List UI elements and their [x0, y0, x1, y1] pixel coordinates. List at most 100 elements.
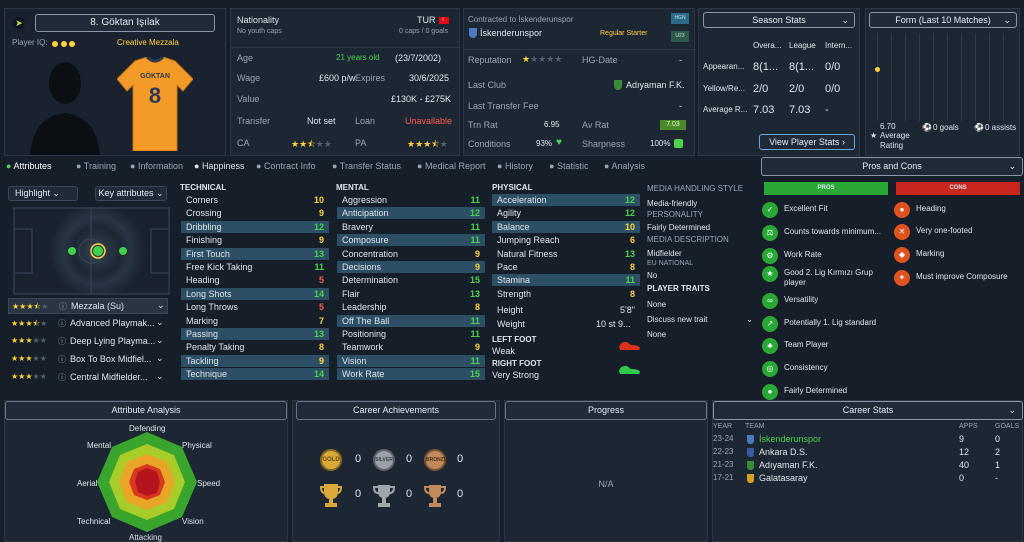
- tab-medical-report[interactable]: ● Medical Report: [417, 161, 485, 171]
- career-row[interactable]: 22-23 Ankara D.S. 12 2: [713, 447, 1023, 459]
- attribute-row[interactable]: Acceleration 12: [492, 194, 640, 206]
- form-dropdown[interactable]: Form (Last 10 Matches) ⌄: [869, 12, 1017, 28]
- chevron-down-icon[interactable]: ⌄: [157, 300, 165, 311]
- attribute-name: Natural Fitness: [497, 248, 558, 259]
- chevron-down-icon[interactable]: ⌄: [156, 353, 164, 364]
- attribute-row[interactable]: Off The Ball 11: [337, 314, 485, 327]
- attribute-row[interactable]: Aggression 11: [337, 194, 485, 206]
- form-point[interactable]: [875, 67, 880, 72]
- last-club-value[interactable]: Adıyaman F.K.: [626, 79, 685, 91]
- season-col-2: League: [789, 41, 816, 50]
- career-row[interactable]: 17-21 Galatasaray 0 -: [713, 473, 1023, 485]
- tab-contract-info[interactable]: ● Contract Info: [256, 161, 315, 171]
- key-attributes-dropdown[interactable]: Key attributes ⌄: [95, 186, 167, 201]
- highlight-dropdown[interactable]: Highlight ⌄: [8, 186, 78, 201]
- attribute-name: Decisions: [342, 262, 382, 272]
- radar-label: Attacking: [129, 533, 162, 542]
- role-row[interactable]: ★★★★★ ⓘ Deep Lying Playma... ⌄: [8, 334, 168, 350]
- tab-history[interactable]: ● History: [497, 161, 533, 171]
- eu-national-title: EU NATIONAL: [647, 260, 694, 267]
- attribute-row[interactable]: Teamwork 9: [337, 341, 485, 353]
- info-icon[interactable]: ⓘ: [58, 372, 66, 383]
- role-row[interactable]: ★★★⯪★ ⓘ Mezzala (Su) ⌄: [8, 298, 168, 314]
- club-crest-icon: [469, 28, 477, 38]
- attribute-row[interactable]: Bravery 11: [337, 221, 485, 233]
- info-icon[interactable]: ⓘ: [59, 301, 67, 312]
- attribute-row[interactable]: Composure 11: [337, 234, 485, 247]
- attribute-row[interactable]: Free Kick Taking 11: [181, 261, 329, 273]
- attribute-row[interactable]: Pace 8: [492, 261, 640, 273]
- view-player-stats-button[interactable]: View Player Stats ›: [759, 134, 855, 150]
- sharpness-icon: [674, 139, 683, 148]
- tab-analysis[interactable]: ● Analysis: [604, 161, 645, 171]
- tab-information[interactable]: ● Information: [130, 161, 183, 171]
- attribute-row[interactable]: Decisions 9: [337, 261, 485, 273]
- assists-icon: ⚽: [974, 123, 984, 132]
- attribute-row[interactable]: Concentration 9: [337, 248, 485, 260]
- attribute-row[interactable]: Positioning 11: [337, 328, 485, 340]
- attribute-row[interactable]: Work Rate 15: [337, 368, 485, 381]
- form-title: Form (Last 10 Matches): [895, 15, 991, 25]
- attribute-row[interactable]: Long Shots 14: [181, 287, 329, 300]
- player-name-box[interactable]: 8. Göktan Işılak: [35, 14, 215, 32]
- attribute-value: 11: [314, 262, 324, 272]
- chevron-down-icon[interactable]: ⌄: [156, 335, 164, 346]
- hgn-badge: HGN: [671, 13, 689, 24]
- attribute-row[interactable]: Long Throws 5: [181, 301, 329, 313]
- attribute-row[interactable]: Anticipation 12: [337, 207, 485, 220]
- form-avg-label-2: Rating: [880, 141, 904, 150]
- info-icon[interactable]: ⓘ: [58, 354, 66, 365]
- attribute-row[interactable]: Agility 12: [492, 207, 640, 219]
- role-row[interactable]: ★★★★★ ⓘ Central Midfielder... ⌄: [8, 370, 168, 386]
- career-row[interactable]: 21-23 Adıyaman F.K. 40 1: [713, 460, 1023, 472]
- career-achievements-header[interactable]: Career Achievements: [296, 401, 496, 420]
- pros-cons-dropdown[interactable]: Pros and Cons ⌄: [761, 157, 1023, 176]
- player-iq-label: Player IQ:: [12, 38, 48, 47]
- tab-attributes[interactable]: ● Attributes: [6, 161, 51, 171]
- career-achievements-title: Career Achievements: [352, 405, 440, 415]
- career-stats-dropdown[interactable]: Career Stats ⌄: [713, 401, 1023, 420]
- attribute-row[interactable]: Penalty Taking 8: [181, 341, 329, 353]
- attribute-row[interactable]: Marking 7: [181, 315, 329, 327]
- info-icon[interactable]: ⓘ: [58, 336, 66, 347]
- attribute-row[interactable]: First Touch 13: [181, 247, 329, 260]
- attribute-row[interactable]: Determination 15: [337, 274, 485, 286]
- attribute-row[interactable]: Strength 8: [492, 288, 640, 300]
- transfer-value[interactable]: Not set: [307, 115, 336, 127]
- attribute-row[interactable]: Crossing 9: [181, 207, 329, 219]
- chevron-down-icon[interactable]: ⌄: [156, 371, 164, 382]
- info-icon[interactable]: ⓘ: [58, 318, 66, 329]
- tab-transfer-status[interactable]: ● Transfer Status: [332, 161, 401, 171]
- loan-value[interactable]: Unavailable: [405, 115, 452, 127]
- progress-header[interactable]: Progress: [505, 401, 707, 420]
- attribute-row[interactable]: Jumping Reach 6: [492, 234, 640, 246]
- location-pin-icon[interactable]: ➤: [13, 17, 25, 29]
- attribute-row[interactable]: Flair 13: [337, 288, 485, 300]
- info-panel: Nationality TUR ☾ No youth caps 0 caps /…: [230, 8, 461, 156]
- attribute-row[interactable]: Heading 5: [181, 274, 329, 286]
- role-row[interactable]: ★★★★★ ⓘ Box To Box Midfiel... ⌄: [8, 352, 168, 368]
- season-stats-panel: Season Stats ⌄ Overa... League Intern...…: [698, 8, 860, 156]
- role-row[interactable]: ★★★⯪★ ⓘ Advanced Playmak... ⌄: [8, 316, 168, 332]
- attribute-row[interactable]: Dribbling 12: [181, 220, 329, 233]
- tab-statistic[interactable]: ● Statistic: [549, 161, 588, 171]
- tab-training[interactable]: ● Training: [76, 161, 116, 171]
- pa-stars: ★★★⯪★: [407, 139, 448, 149]
- attribute-row[interactable]: Tackling 9: [181, 354, 329, 367]
- attribute-analysis-header[interactable]: Attribute Analysis: [5, 401, 287, 420]
- attribute-row[interactable]: Passing 13: [181, 328, 329, 340]
- attribute-row[interactable]: Stamina 11: [492, 274, 640, 287]
- attribute-row[interactable]: Technique 14: [181, 368, 329, 381]
- club-name[interactable]: İskenderunspor: [480, 27, 542, 39]
- attribute-row[interactable]: Natural Fitness 13: [492, 248, 640, 260]
- attribute-row[interactable]: Leadership 8: [337, 301, 485, 313]
- chevron-down-icon[interactable]: ⌄: [156, 317, 164, 328]
- attribute-row[interactable]: Balance 10: [492, 220, 640, 233]
- career-row[interactable]: 23-24 İskenderunspor 9 0: [713, 434, 1023, 446]
- attribute-row[interactable]: Finishing 9: [181, 234, 329, 246]
- attribute-row[interactable]: Corners 10: [181, 194, 329, 206]
- attribute-row[interactable]: Vision 11: [337, 354, 485, 367]
- tab-happiness[interactable]: ● Happiness: [194, 161, 244, 171]
- discuss-trait-dropdown[interactable]: Discuss new trait ⌄: [647, 315, 753, 324]
- season-stats-dropdown[interactable]: Season Stats ⌄: [703, 12, 855, 28]
